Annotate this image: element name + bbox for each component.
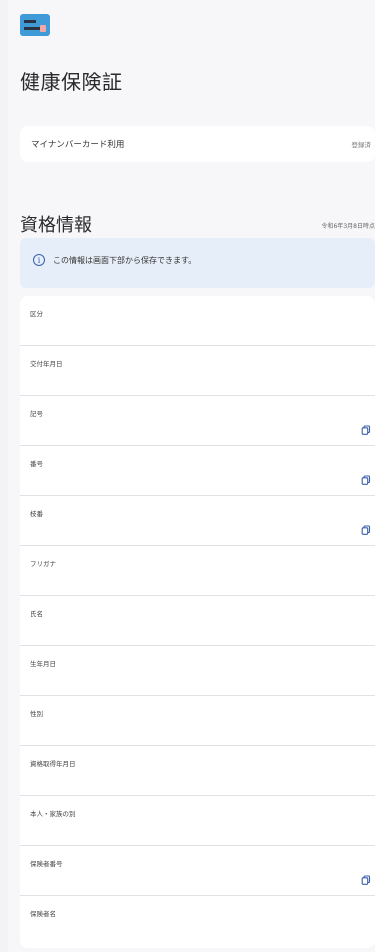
field-issue-date: 交付年月日 bbox=[20, 346, 375, 396]
info-icon: i bbox=[33, 254, 45, 266]
field-bango: 番号 bbox=[20, 446, 375, 496]
field-furigana: フリガナ bbox=[20, 546, 375, 596]
field-self-family: 本人・家族の別 bbox=[20, 796, 375, 846]
field-label: 番号 bbox=[30, 460, 43, 468]
copy-icon[interactable] bbox=[361, 425, 371, 435]
field-birthdate: 生年月日 bbox=[20, 646, 375, 696]
status-badge: 登録済 bbox=[351, 141, 372, 149]
field-name: 氏名 bbox=[20, 596, 375, 646]
field-label: 枝番 bbox=[30, 510, 43, 518]
field-edaban: 枝番 bbox=[20, 496, 375, 546]
field-kubun: 区分 bbox=[20, 296, 375, 346]
field-label: 交付年月日 bbox=[30, 360, 63, 368]
section-title: 資格情報 bbox=[20, 215, 92, 236]
field-label: フリガナ bbox=[30, 560, 56, 568]
field-qualification-date: 資格取得年月日 bbox=[20, 746, 375, 796]
field-insurer-name: 保険者名 bbox=[20, 896, 375, 946]
field-gender: 性別 bbox=[20, 696, 375, 746]
field-label: 保険者名 bbox=[30, 910, 56, 918]
qualification-fields: 区分 交付年月日 記号 番号 枝番 フリガナ 氏名 生年月日 性別 資格取得年月… bbox=[20, 296, 375, 948]
insurance-card-icon bbox=[20, 14, 50, 36]
field-label: 性別 bbox=[30, 710, 43, 718]
copy-icon[interactable] bbox=[361, 525, 371, 535]
screen: 健康保険証 マイナンバーカード利用 登録済 資格情報 令和6年3月8日時点 i … bbox=[8, 0, 375, 952]
field-label: 資格取得年月日 bbox=[30, 760, 76, 768]
as-of-date: 令和6年3月8日時点 bbox=[321, 223, 375, 230]
info-banner: i この情報は画面下部から保存できます。 bbox=[20, 238, 375, 288]
field-label: 氏名 bbox=[30, 610, 43, 618]
field-kigo: 記号 bbox=[20, 396, 375, 446]
copy-icon[interactable] bbox=[361, 475, 371, 485]
field-insurer-number: 保険者番号 bbox=[20, 846, 375, 896]
field-label: 本人・家族の別 bbox=[30, 810, 76, 818]
field-label: 生年月日 bbox=[30, 660, 56, 668]
info-text: この情報は画面下部から保存できます。 bbox=[53, 256, 197, 265]
field-label: 記号 bbox=[30, 410, 43, 418]
page-title: 健康保険証 bbox=[20, 70, 123, 94]
mynumber-card-row[interactable]: マイナンバーカード利用 登録済 bbox=[20, 126, 375, 162]
field-label: 区分 bbox=[30, 310, 43, 318]
copy-icon[interactable] bbox=[361, 875, 371, 885]
mynumber-card-label: マイナンバーカード利用 bbox=[31, 140, 125, 150]
field-label: 保険者番号 bbox=[30, 860, 63, 868]
